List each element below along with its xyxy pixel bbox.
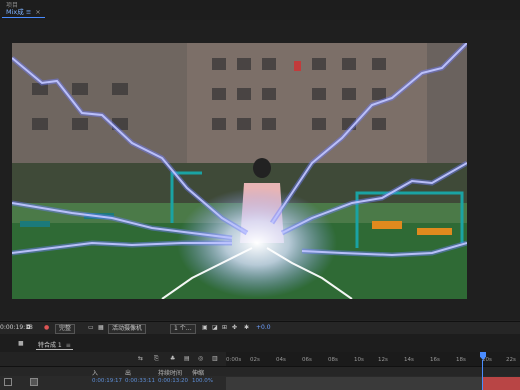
3d-renderer-icon[interactable]: ✤ — [232, 324, 237, 332]
layout-icon[interactable]: ▣ — [202, 324, 208, 332]
time-ruler[interactable]: 0:00s 02s 04s 06s 08s 10s 12s 14s 16s 18… — [226, 352, 520, 366]
ruler-tick: 14s — [404, 357, 414, 363]
layer-duration[interactable]: 0:00:13:20 — [158, 378, 188, 384]
close-panel-icon[interactable]: ■ — [18, 340, 24, 347]
frame-blending-icon[interactable]: ▤ — [184, 355, 190, 362]
snapshot-icon[interactable]: ◘ — [26, 324, 31, 332]
timeline-tab[interactable]: 特合成 1 ≡ — [36, 340, 73, 350]
ruler-tick: 12s — [378, 357, 388, 363]
scene-image — [12, 43, 467, 299]
current-time-line — [482, 360, 483, 390]
viewer-toolbar: 0:00:19:18 ◘ ● 完整 ▭ ▦ 活动摄像机 1 个… ▣ ◪ ⊞ ✤… — [0, 321, 520, 334]
views-dropdown[interactable]: 1 个… — [170, 324, 196, 334]
color-channel-icon[interactable]: ● — [44, 324, 49, 332]
ruler-tick: 08s — [328, 357, 338, 363]
ruler-tick: 18s — [456, 357, 466, 363]
ruler-tick: 02s — [250, 357, 260, 363]
ruler-tick: 22s — [506, 357, 516, 363]
ruler-tick: 04s — [276, 357, 286, 363]
composition-tab-label: Mix成 ≡ — [6, 8, 32, 16]
layer-duration-bar[interactable] — [226, 377, 520, 390]
motion-blur-icon[interactable]: ◎ — [198, 355, 203, 362]
composition-tab-close[interactable]: × — [35, 8, 40, 16]
timeline-tab-label: 特合成 1 — [38, 342, 62, 349]
ruler-tick: 16s — [430, 357, 440, 363]
ruler-tick: 10s — [354, 357, 364, 363]
shy-icon[interactable]: ♣ — [170, 355, 175, 362]
draft-3d-icon[interactable]: ⎘ — [154, 355, 159, 363]
layer-bar-segment[interactable] — [483, 377, 520, 390]
comp-mini-flowchart-icon[interactable]: ⇆ — [138, 355, 143, 362]
project-panel-header: 项目 Mix成 ≡ × — [0, 0, 520, 21]
region-icon[interactable]: ▭ — [88, 324, 94, 332]
timeline-tab-menu[interactable]: ≡ — [66, 342, 71, 349]
exposure-icon[interactable]: ✱ — [244, 324, 249, 332]
ruler-tick: 06s — [302, 357, 312, 363]
exposure-value[interactable]: +0.0 — [256, 324, 271, 332]
composition-tab[interactable]: Mix成 ≡ × — [2, 8, 45, 18]
timeline-panel-header: ■ 特合成 1 ≡ — [0, 334, 520, 353]
layer-in-time[interactable]: 0:00:19:17 — [92, 378, 122, 384]
resolution-dropdown[interactable]: 完整 — [55, 324, 76, 334]
visibility-icon[interactable] — [4, 378, 12, 388]
graph-editor-icon[interactable]: ▥ — [212, 355, 218, 362]
grid-icon[interactable]: ⊞ — [222, 324, 227, 332]
ruler-tick: 0:00s — [226, 357, 242, 363]
layer-stretch[interactable]: 100.0% — [192, 378, 213, 384]
camera-dropdown[interactable]: 活动摄像机 — [108, 324, 147, 334]
layer-out-time[interactable]: 0:00:33:11 — [125, 378, 155, 384]
transparency-grid-icon[interactable]: ▦ — [98, 324, 104, 332]
fast-preview-icon[interactable]: ◪ — [212, 324, 218, 332]
video-frame — [12, 43, 467, 299]
layer-label-color-icon[interactable] — [30, 378, 38, 388]
